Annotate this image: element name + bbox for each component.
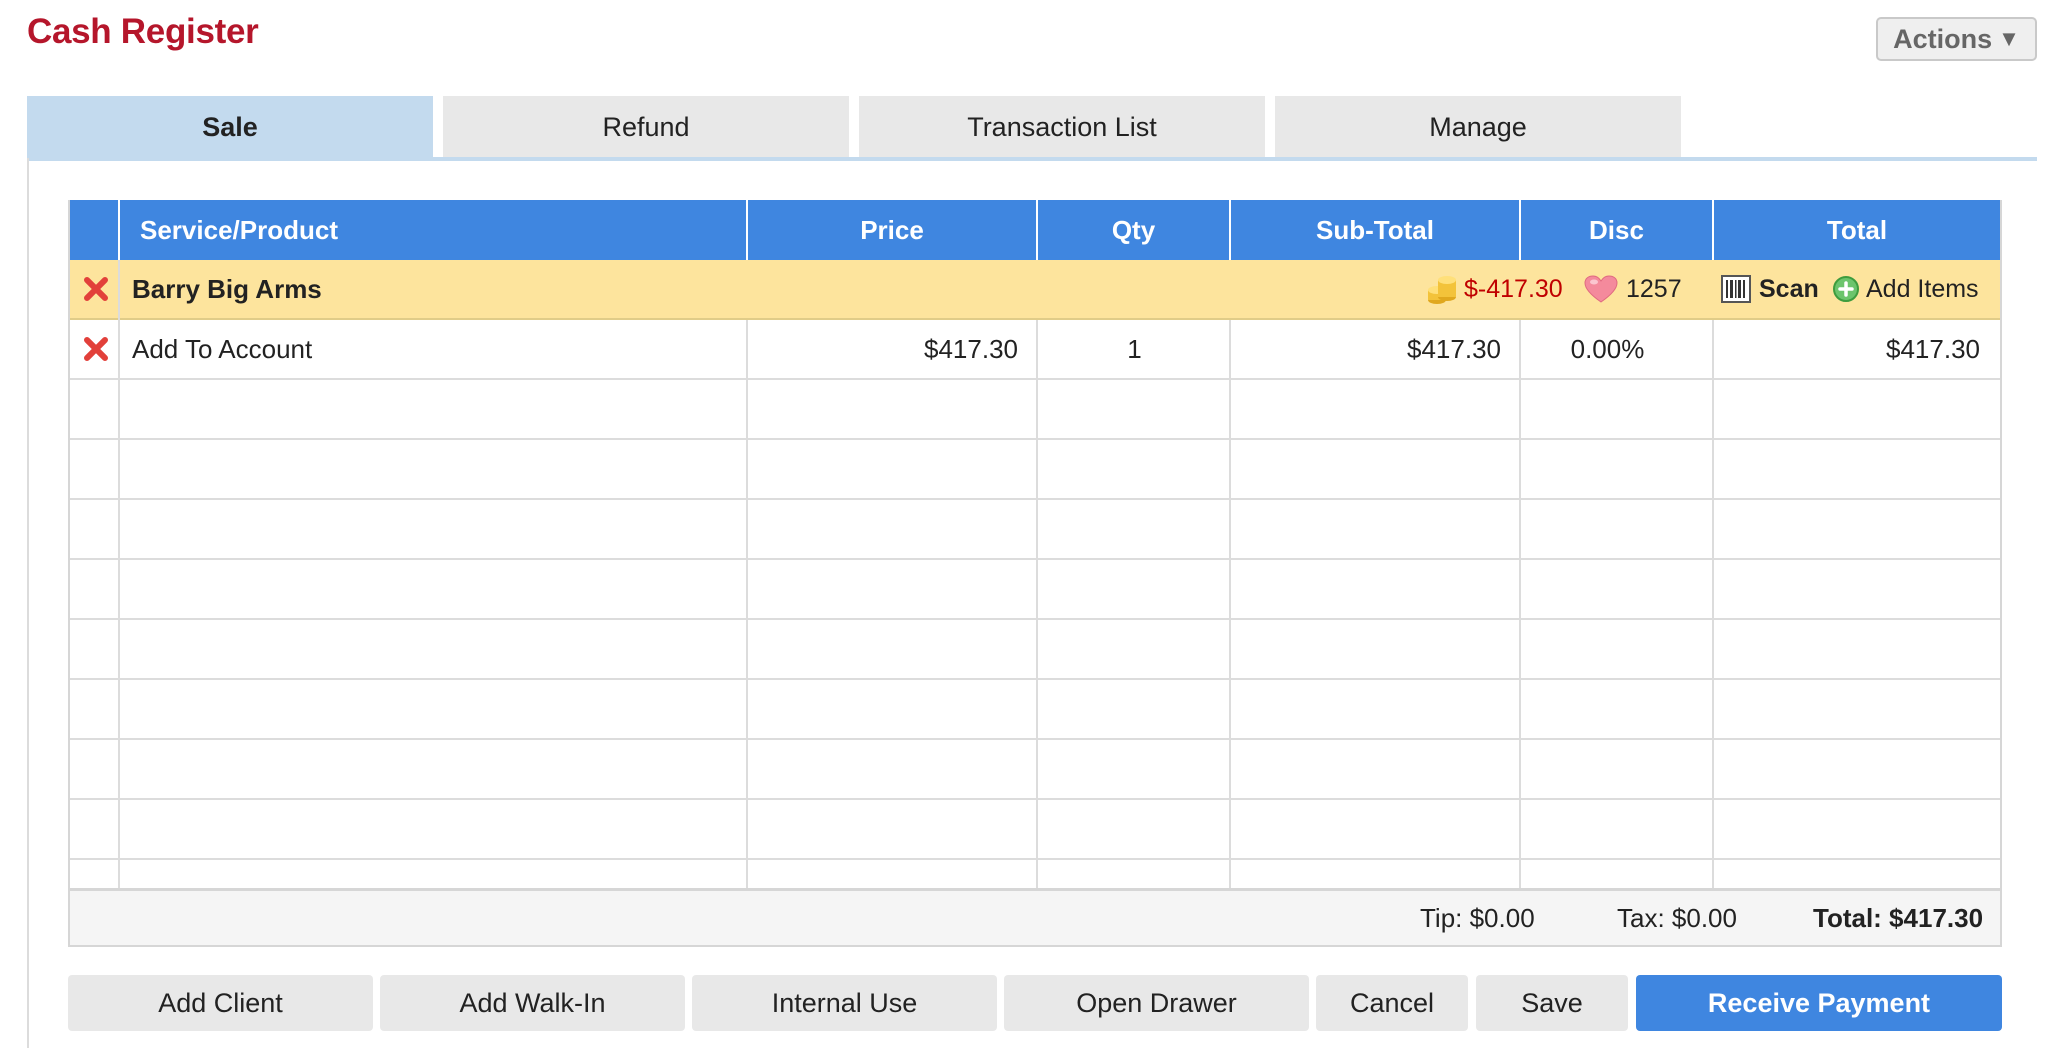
caret-down-icon: ▼ xyxy=(1998,26,2020,51)
header-sub-total[interactable]: Sub-Total xyxy=(1231,200,1521,260)
empty-row xyxy=(70,500,2000,560)
empty-row xyxy=(70,620,2000,680)
sale-items-table: Service/Product Price Qty Sub-Total Disc… xyxy=(68,200,2002,947)
header-disc[interactable]: Disc xyxy=(1521,200,1714,260)
actions-label: Actions xyxy=(1893,23,1993,54)
column-divider xyxy=(1712,320,1714,890)
cancel-button[interactable]: Cancel xyxy=(1316,975,1468,1031)
item-subtotal: $417.30 xyxy=(1407,333,1501,364)
panel-border xyxy=(27,158,29,1048)
empty-row xyxy=(70,680,2000,740)
add-client-button[interactable]: Add Client xyxy=(68,975,373,1031)
item-discount[interactable]: 0.00% xyxy=(1521,320,1714,378)
remove-item-icon[interactable] xyxy=(82,335,110,363)
client-name[interactable]: Barry Big Arms xyxy=(132,260,322,318)
column-divider xyxy=(118,260,120,890)
item-total: $417.30 xyxy=(1886,333,1980,364)
receive-payment-button[interactable]: Receive Payment xyxy=(1636,975,2002,1031)
tab-manage[interactable]: Manage xyxy=(1275,96,1681,158)
item-product: Add To Account xyxy=(132,333,313,364)
column-divider xyxy=(1519,320,1521,890)
empty-row xyxy=(70,440,2000,500)
open-drawer-button[interactable]: Open Drawer xyxy=(1004,975,1309,1031)
empty-row xyxy=(70,740,2000,800)
header-total[interactable]: Total xyxy=(1714,200,2000,260)
add-items-label: Add Items xyxy=(1866,274,1979,303)
page-title: Cash Register xyxy=(27,12,259,51)
header-qty[interactable]: Qty xyxy=(1038,200,1231,260)
loyalty-points-value: 1257 xyxy=(1626,274,1682,303)
grand-total: Total: $417.30 xyxy=(1813,902,1984,933)
add-items-button[interactable]: Add Items xyxy=(1832,260,1979,318)
tax-amount: Tax: $0.00 xyxy=(1617,902,1737,933)
barcode-icon xyxy=(1721,275,1751,303)
save-button[interactable]: Save xyxy=(1476,975,1628,1031)
column-divider xyxy=(1229,320,1231,890)
tab-underline xyxy=(27,157,2037,161)
table-header: Service/Product Price Qty Sub-Total Disc… xyxy=(70,200,2000,260)
empty-row xyxy=(70,380,2000,440)
tip-amount: Tip: $0.00 xyxy=(1420,902,1535,933)
tab-sale[interactable]: Sale xyxy=(27,96,433,158)
empty-row xyxy=(70,800,2000,860)
header-price[interactable]: Price xyxy=(748,200,1038,260)
empty-row xyxy=(70,560,2000,620)
item-price[interactable]: $417.30 xyxy=(748,320,1018,378)
balance-value: $-417.30 xyxy=(1464,274,1563,303)
table-row[interactable]: Add To Account $417.30 1 $417.30 0.00% $… xyxy=(70,320,2000,380)
column-divider xyxy=(746,320,748,890)
column-divider xyxy=(1036,320,1038,890)
scan-label: Scan xyxy=(1759,274,1819,303)
plus-circle-icon xyxy=(1833,276,1859,302)
scan-button[interactable]: Scan xyxy=(1721,260,1819,318)
remove-client-icon[interactable] xyxy=(82,275,110,303)
item-qty[interactable]: 1 xyxy=(1038,320,1231,378)
header-service-product[interactable]: Service/Product xyxy=(120,200,748,260)
actions-dropdown-button[interactable]: Actions ▼ xyxy=(1876,17,2037,61)
coins-icon xyxy=(1428,276,1456,304)
client-balance[interactable]: $-417.30 xyxy=(1426,260,1563,318)
loyalty-points[interactable]: 1257 xyxy=(1584,260,1682,318)
tab-transaction-list[interactable]: Transaction List xyxy=(859,96,1265,158)
client-row: Barry Big Arms $-417.30 1257 Scan Add It… xyxy=(70,260,2000,320)
header-cell-remove xyxy=(70,200,120,260)
internal-use-button[interactable]: Internal Use xyxy=(692,975,997,1031)
tab-refund[interactable]: Refund xyxy=(443,96,849,158)
totals-bar: Tip: $0.00 Tax: $0.00 Total: $417.30 xyxy=(70,888,2000,945)
add-walk-in-button[interactable]: Add Walk-In xyxy=(380,975,685,1031)
heart-icon xyxy=(1584,275,1618,303)
